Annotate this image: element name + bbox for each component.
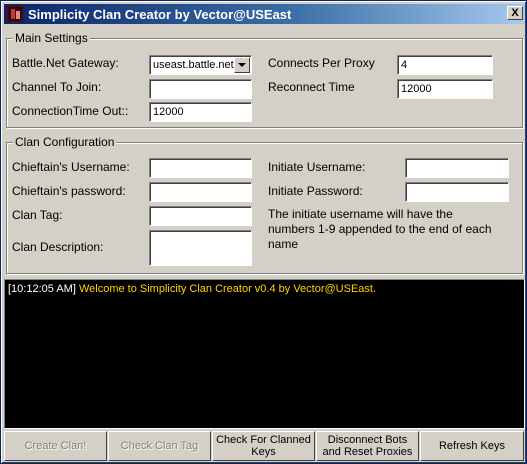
timeout-input[interactable] bbox=[149, 102, 252, 122]
initiate-username-note: The initiate username will have the numb… bbox=[268, 207, 492, 251]
chieftain-password-input[interactable] bbox=[149, 182, 252, 202]
reconnect-time-label: Reconnect Time bbox=[268, 80, 355, 94]
chieftain-password-label: Chieftain's password: bbox=[12, 184, 126, 198]
clan-configuration-title: Clan Configuration bbox=[13, 135, 117, 149]
channel-input[interactable] bbox=[149, 79, 252, 99]
log-entry: [10:12:05 AM] Welcome to Simplicity Clan… bbox=[8, 283, 521, 295]
reconnect-time-input[interactable] bbox=[397, 79, 493, 99]
initiate-username-label: Initiate Username: bbox=[268, 160, 366, 174]
check-clan-tag-button[interactable]: Check Clan Tag bbox=[108, 431, 211, 461]
initiate-password-input[interactable] bbox=[405, 182, 509, 202]
gateway-value: useast.battle.net bbox=[153, 59, 234, 71]
log-output[interactable]: [10:12:05 AM] Welcome to Simplicity Clan… bbox=[4, 279, 525, 429]
clan-configuration-group: Clan Configuration Chieftain's Username:… bbox=[6, 135, 523, 274]
main-settings-title: Main Settings bbox=[13, 31, 90, 45]
log-entry-message: Welcome to Simplicity Clan Creator v0.4 … bbox=[78, 283, 377, 295]
chieftain-username-input[interactable] bbox=[149, 158, 252, 178]
connects-per-proxy-input[interactable] bbox=[397, 55, 493, 75]
check-clanned-keys-button[interactable]: Check For Clanned Keys bbox=[212, 431, 315, 461]
log-entry-time: [10:12:05 AM] bbox=[8, 283, 76, 295]
clan-description-textarea[interactable] bbox=[149, 230, 252, 266]
gateway-select[interactable]: useast.battle.net bbox=[149, 55, 252, 75]
chevron-down-icon[interactable] bbox=[234, 57, 250, 73]
initiate-username-input[interactable] bbox=[405, 158, 509, 178]
timeout-label: ConnectionTime Out:: bbox=[12, 104, 129, 118]
gateway-label: Battle.Net Gateway: bbox=[12, 56, 119, 70]
chieftain-username-label: Chieftain's Username: bbox=[12, 160, 130, 174]
refresh-keys-button[interactable]: Refresh Keys bbox=[420, 431, 524, 461]
close-button[interactable]: X bbox=[507, 6, 523, 20]
initiate-password-label: Initiate Password: bbox=[268, 184, 363, 198]
clan-description-label: Clan Description: bbox=[12, 240, 104, 254]
clan-tag-input[interactable] bbox=[149, 206, 252, 226]
window-title: Simplicity Clan Creator by Vector@USEast bbox=[28, 7, 292, 22]
app-icon bbox=[7, 6, 23, 22]
channel-label: Channel To Join: bbox=[12, 80, 102, 94]
main-window: Simplicity Clan Creator by Vector@USEast… bbox=[0, 0, 527, 464]
disconnect-bots-button[interactable]: Disconnect Bots and Reset Proxies bbox=[316, 431, 419, 461]
clan-tag-label: Clan Tag: bbox=[12, 208, 63, 222]
connects-per-proxy-label: Connects Per Proxy bbox=[268, 56, 375, 70]
create-clan-button[interactable]: Create Clan! bbox=[4, 431, 107, 461]
main-settings-group: Main Settings Battle.Net Gateway: useast… bbox=[6, 31, 523, 128]
title-bar[interactable]: Simplicity Clan Creator by Vector@USEast… bbox=[4, 4, 525, 24]
